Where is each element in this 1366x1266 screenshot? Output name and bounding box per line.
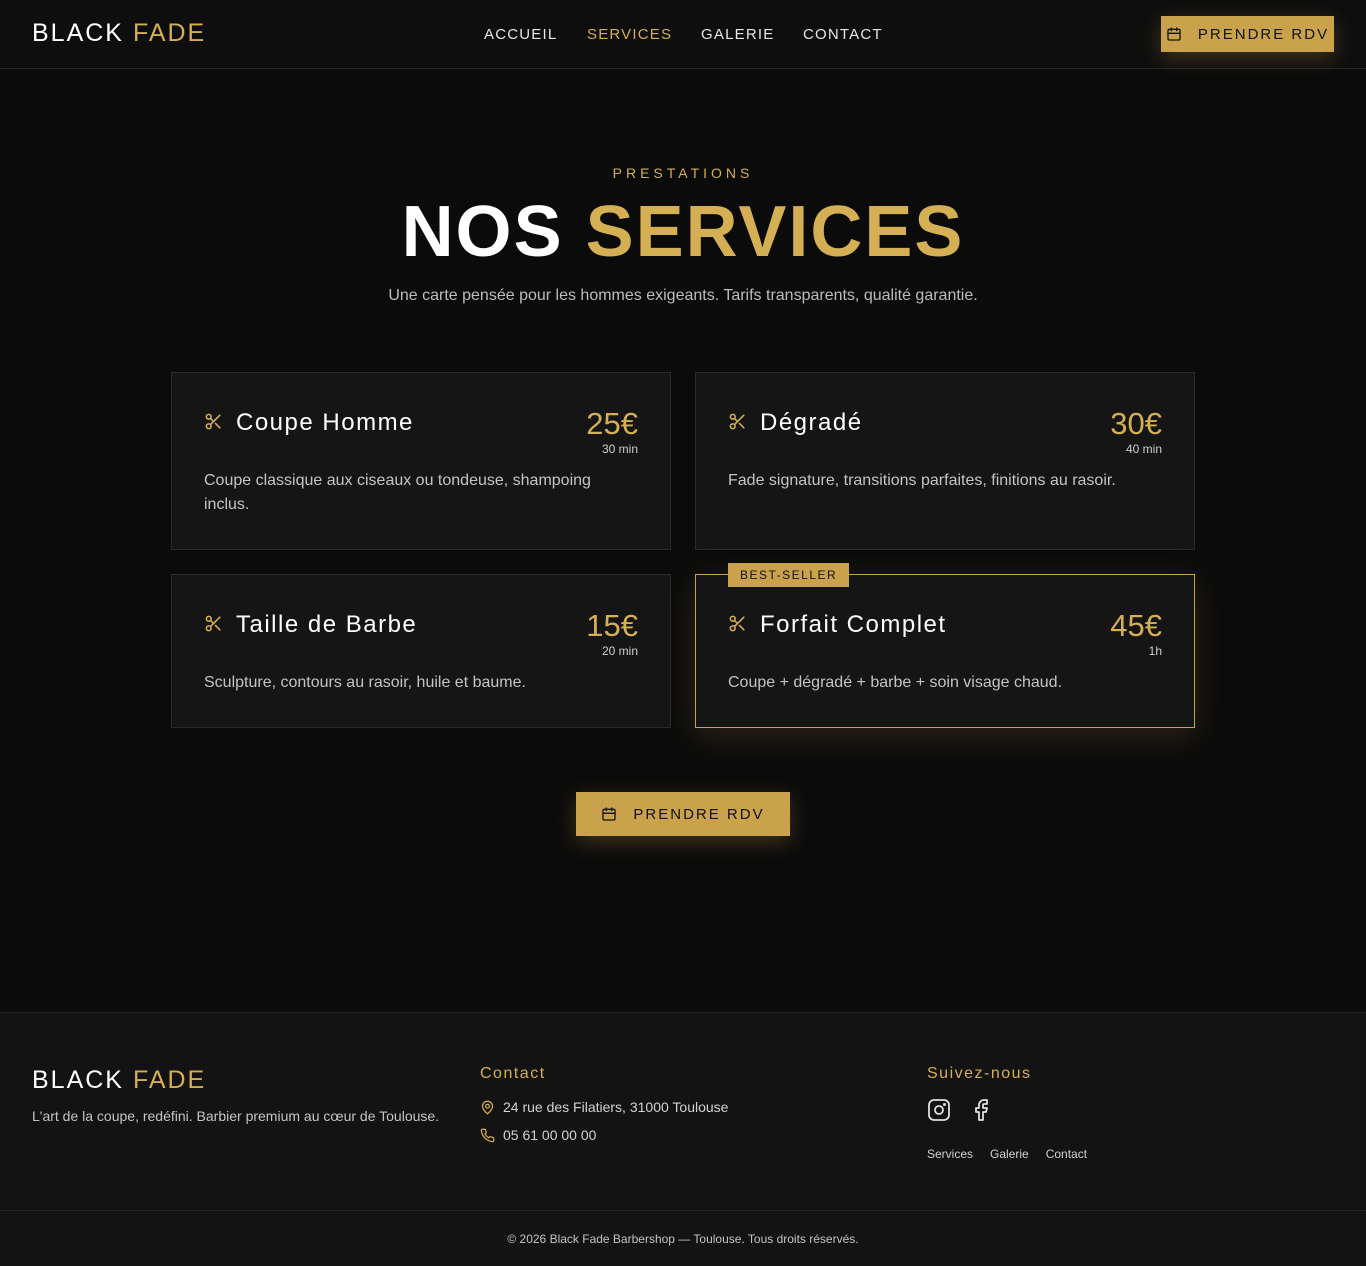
service-description: Fade signature, transitions parfaites, f… [728, 472, 1116, 489]
map-pin-icon [480, 1100, 495, 1115]
phone-icon [480, 1128, 495, 1143]
footer-logo-word-1: BLACK [32, 1066, 124, 1094]
service-duration: 1h [1148, 644, 1162, 658]
service-description: Coupe classique aux ciseaux ou tondeuse,… [204, 472, 591, 513]
service-price: 25€ [586, 406, 638, 441]
section-eyebrow: PRESTATIONS [612, 165, 754, 181]
footer-link-galerie[interactable]: Galerie [990, 1147, 1029, 1161]
title-word-2: SERVICES [585, 192, 965, 272]
footer-link-services[interactable]: Services [927, 1147, 973, 1161]
header-book-label: PRENDRE RDV [1197, 25, 1330, 43]
site-header: BLACK FADE ACCUEIL SERVICES GALERIE CONT… [0, 0, 1366, 69]
nav-services[interactable]: SERVICES [587, 26, 672, 43]
book-appointment-label: PRENDRE RDV [633, 805, 765, 823]
nav-contact[interactable]: CONTACT [803, 26, 883, 43]
service-name: Taille de Barbe [236, 611, 418, 638]
site-footer: BLACK FADE L'art de la coupe, redéfini. … [0, 1012, 1366, 1266]
service-name: Forfait Complet [760, 611, 947, 638]
service-price: 15€ [586, 608, 638, 643]
footer-logo-word-2: FADE [132, 1066, 207, 1094]
instagram-icon[interactable] [927, 1098, 951, 1122]
scissors-icon [728, 412, 747, 431]
service-duration: 40 min [1125, 442, 1162, 456]
footer-social-heading: Suivez-nous [927, 1065, 1032, 1082]
service-duration: 30 min [601, 442, 638, 456]
service-duration: 20 min [601, 644, 638, 658]
copyright: © 2026 Black Fade Barbershop — Toulouse.… [507, 1232, 859, 1246]
social-links [927, 1098, 1011, 1122]
scissors-icon [204, 614, 223, 633]
service-card: Coupe Homme 25€ 30 min Coupe classique a… [171, 372, 671, 550]
footer-address-text: 24 rue des Filatiers, 31000 Toulouse [503, 1099, 729, 1115]
service-description: Coupe + dégradé + barbe + soin visage ch… [728, 674, 1063, 691]
section-subtitle: Une carte pensée pour les hommes exigean… [388, 287, 978, 304]
service-card: Taille de Barbe 15€ 20 min Sculpture, co… [171, 574, 671, 728]
service-price: 45€ [1110, 608, 1162, 643]
book-appointment-button[interactable]: PRENDRE RDV [576, 792, 790, 836]
title-word-1: NOS [401, 192, 564, 272]
calendar-icon [1166, 26, 1182, 42]
section-title: NOS SERVICES [0, 192, 1366, 272]
nav-accueil[interactable]: ACCUEIL [484, 26, 557, 43]
footer-tagline: L'art de la coupe, redéfini. Barbier pre… [32, 1108, 440, 1124]
calendar-icon [601, 806, 617, 822]
nav-galerie[interactable]: GALERIE [701, 26, 774, 43]
footer-phone[interactable]: 05 61 00 00 00 [480, 1127, 596, 1143]
scissors-icon [204, 412, 223, 431]
footer-bottom-bar: © 2026 Black Fade Barbershop — Toulouse.… [0, 1210, 1366, 1266]
footer-phone-text: 05 61 00 00 00 [503, 1127, 597, 1143]
footer-links: Services Galerie Contact [927, 1147, 1104, 1161]
service-description: Sculpture, contours au rasoir, huile et … [204, 674, 526, 691]
header-book-button[interactable]: PRENDRE RDV [1161, 16, 1334, 52]
service-card-featured: Forfait Complet 45€ 1h Coupe + dégradé +… [695, 574, 1195, 728]
best-seller-badge: BEST-SELLER [728, 563, 850, 587]
footer-link-contact[interactable]: Contact [1046, 1147, 1087, 1161]
scissors-icon [728, 614, 747, 633]
service-price: 30€ [1110, 406, 1162, 441]
facebook-icon[interactable] [969, 1098, 993, 1122]
service-card: Dégradé 30€ 40 min Fade signature, trans… [695, 372, 1195, 550]
footer-logo[interactable]: BLACK FADE [32, 1066, 206, 1095]
service-name: Dégradé [760, 409, 863, 436]
service-name: Coupe Homme [236, 409, 414, 436]
footer-address: 24 rue des Filatiers, 31000 Toulouse [480, 1099, 728, 1115]
footer-contact-heading: Contact [480, 1065, 546, 1082]
